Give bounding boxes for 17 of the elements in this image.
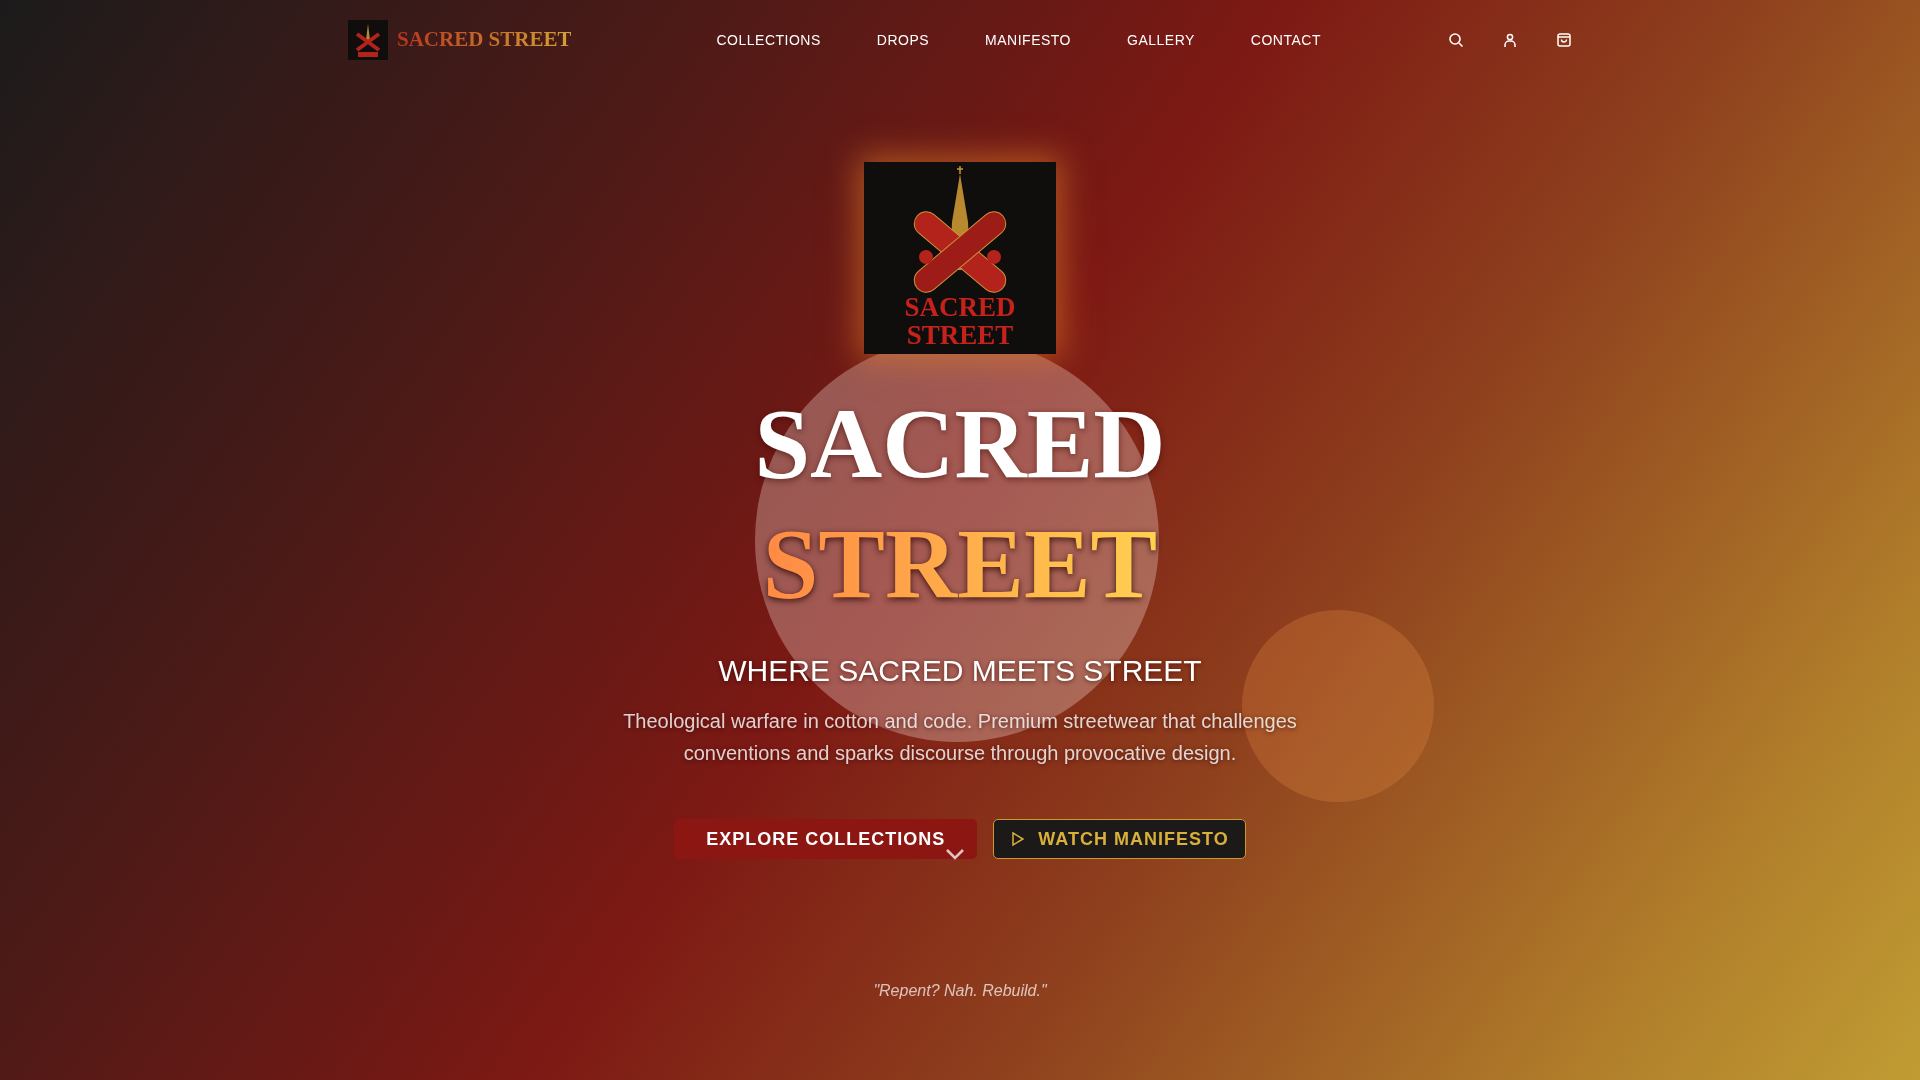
hero-title: SACRED <box>754 387 1166 501</box>
user-icon[interactable] <box>1502 32 1518 48</box>
quote-text: "Repent? Nah. Rebuild." <box>873 981 1047 1001</box>
nav-link[interactable]: CONTACT <box>1250 29 1321 51</box>
nav-link[interactable]: COLLECTIONS <box>716 29 821 51</box>
play-icon <box>1012 832 1025 846</box>
nav-link[interactable]: DROPS <box>876 29 930 51</box>
watch-button[interactable]: WATCH MANIFESTO <box>993 819 1246 859</box>
nav-link[interactable]: GALLERY <box>1127 29 1195 51</box>
hero-description: Theological warfare in cotton and code. Premium streetwear that challenges conventions and sparks discourse through provocative design. <box>622 709 1298 766</box>
shopping-bag-icon[interactable] <box>1556 32 1572 48</box>
nav-link[interactable]: MANIFESTO <box>985 29 1071 51</box>
search-icon[interactable] <box>1448 32 1464 48</box>
chevron-down-icon[interactable] <box>945 848 965 860</box>
tagline: WHERE SACRED MEETS STREET <box>718 653 1202 689</box>
logo-emblem-drawing: SACRED STREET <box>864 162 1056 354</box>
explore-button[interactable]: EXPLORE COLLECTIONS <box>674 819 978 859</box>
